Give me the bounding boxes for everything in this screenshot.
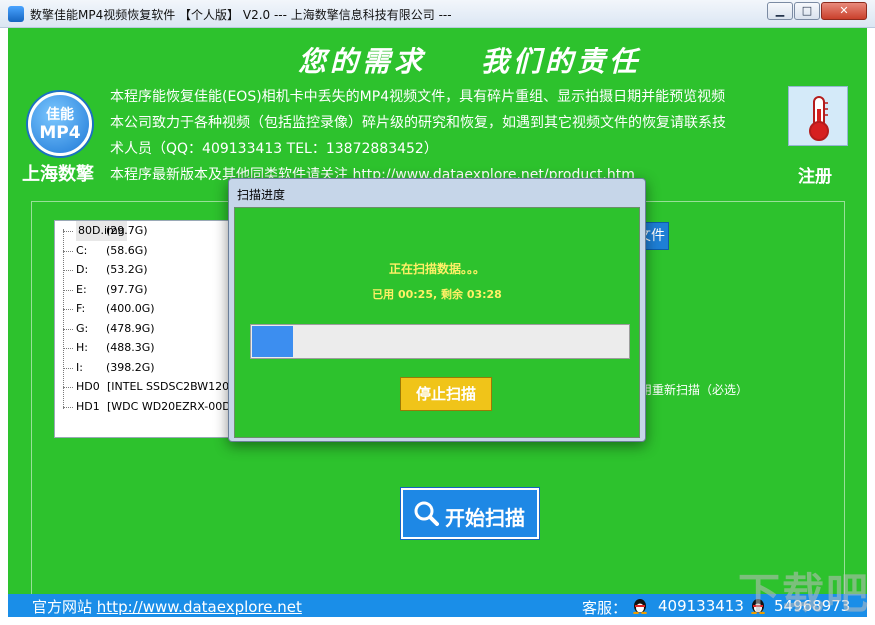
start-scan-button[interactable]: 开始扫描 [400,487,540,540]
website-label: 官方网站 [32,598,93,616]
tree-connector [63,387,73,388]
qq-penguin-icon[interactable] [631,596,649,614]
drive-item[interactable]: I: (398.2G) [55,358,253,378]
tree-connector [63,270,73,271]
drive-item[interactable]: 80D.img (29.7G) [55,221,253,241]
drive-name: G: [76,321,89,335]
canon-mp4-badge-icon: 佳能 MP4 [28,92,92,156]
tree-connector [63,348,73,349]
thermometer-icon[interactable] [788,86,848,146]
drive-name: HD0 [76,380,100,393]
tree-connector [63,406,73,408]
drive-item[interactable]: HD1 [WDC WD20EZRX-00D8P [55,397,253,417]
rescan-option-label[interactable]: 用重新扫描（必选） [640,381,748,398]
drive-item[interactable]: H: (488.3G) [55,338,253,358]
drive-size: (478.9G) [106,321,155,335]
drive-name: E: [76,282,87,296]
drive-size: (398.2G) [106,360,155,374]
drive-item[interactable]: E: (97.7G) [55,280,253,300]
scan-time-text: 已用 00:25, 剩余 03:28 [372,288,502,301]
drive-name: I: [76,360,83,374]
drive-size: [INTEL SSDSC2BW120A4 [107,380,244,393]
drive-size: (29.7G) [106,224,148,237]
drive-size: (400.0G) [106,302,155,315]
info-line-2: 本公司致力于各种视频（包括监控录像）碎片级的研究和恢复，如遇到其它视频文件的恢复… [110,115,726,131]
slogan: 您的需求 我们的责任 [298,45,641,78]
tree-connector [63,289,73,291]
drive-size: (488.3G) [106,341,155,354]
website-link[interactable]: 官方网站 http://www.dataexplore.net [32,596,302,617]
scan-progress-dialog[interactable]: 扫描进度 正在扫描数据。。。 已用 00:25, 剩余 03:28 停止扫描 [228,178,646,442]
drive-item[interactable]: HD0 [INTEL SSDSC2BW120A4 [55,377,253,397]
magnifier-icon [414,501,439,526]
qq-number-1[interactable]: 409133413 [658,597,744,615]
register-button[interactable]: 注册 [798,162,832,187]
drive-name: H: [76,341,88,354]
drive-item[interactable]: G: (478.9G) [55,319,253,339]
drive-name: F: [76,302,86,315]
tree-connector [63,309,73,310]
drive-name: D: [76,263,89,276]
info-line-1: 本程序能恢复佳能(EOS)相机卡中丢失的MP4视频文件，具有碎片重组、显示拍摄日… [110,89,726,105]
company-logo-name: 上海数擎 [22,164,94,185]
dialog-body: 正在扫描数据。。。 已用 00:25, 剩余 03:28 停止扫描 [234,207,640,438]
drive-tree[interactable]: 80D.img (29.7G) C: (58.6G) D: (53.2G) E: (97.7G… [54,220,254,438]
watermark-logo: 下载吧 [738,569,871,618]
stop-scan-button[interactable]: 停止扫描 [400,377,492,411]
maximize-button[interactable]: □ [794,2,820,20]
scan-progress-fill [252,326,293,357]
drive-name: HD1 [76,399,100,413]
drive-size: (53.2G) [106,263,148,276]
tree-connector [63,231,73,232]
app-icon [8,6,24,22]
drive-size: (97.7G) [106,282,148,296]
drive-item[interactable]: D: (53.2G) [55,260,253,280]
dialog-title: 扫描进度 [237,188,286,202]
tree-connector [63,250,73,252]
drive-size: [WDC WD20EZRX-00D8P [107,399,245,413]
window-title: 数擎佳能MP4视频恢复软件 【个人版】 V2.0 --- 上海数擎信息科技有限公… [30,8,452,22]
scan-status-text: 正在扫描数据。。。 [388,262,485,276]
service-label: 客服： [582,599,628,617]
window-titlebar[interactable]: 数擎佳能MP4视频恢复软件 【个人版】 V2.0 --- 上海数擎信息科技有限公… [0,0,875,28]
website-url[interactable]: http://www.dataexplore.net [97,598,302,616]
close-button[interactable]: ✕ [821,2,867,20]
scan-progress-bar [250,324,630,359]
drive-item[interactable]: C: (58.6G) [55,241,253,261]
info-line-3: 术人员（QQ：409133413 TEL：13872883452） [110,141,438,157]
logo-line1: 佳能 [46,107,74,123]
drive-size: (58.6G) [106,243,148,257]
drive-name: C: [76,243,88,257]
tree-connector [63,328,73,330]
logo-line2: MP4 [39,123,81,143]
tree-connector [63,367,73,369]
drive-item[interactable]: F: (400.0G) [55,299,253,319]
start-scan-label: 开始扫描 [445,506,525,530]
minimize-button[interactable]: ▁ [767,2,793,20]
